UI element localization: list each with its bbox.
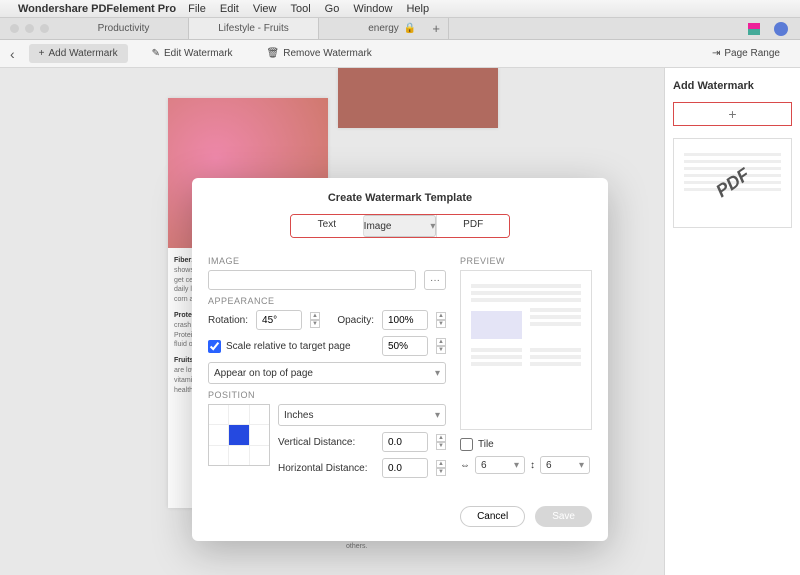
toolbar: ‹ + Add Watermark ✎ Edit Watermark 🗑Remove…: [0, 40, 800, 68]
zoom-icon[interactable]: [40, 24, 49, 33]
window-controls: [0, 24, 59, 33]
section-position: POSITION: [208, 390, 446, 400]
minimize-icon[interactable]: [25, 24, 34, 33]
close-icon[interactable]: [10, 24, 19, 33]
edit-watermark-button[interactable]: ✎ Edit Watermark: [142, 44, 243, 63]
section-image: IMAGE: [208, 256, 446, 266]
tile-label: Tile: [478, 439, 494, 450]
rotation-label: Rotation:: [208, 315, 248, 326]
tile-h-select[interactable]: 6: [475, 456, 525, 474]
tab-productivity[interactable]: Productivity: [59, 18, 189, 39]
watermark-preview: [460, 270, 592, 430]
avatar[interactable]: [774, 22, 788, 36]
app-name: Wondershare PDFelement Pro: [18, 3, 176, 15]
menu-window[interactable]: Window: [353, 3, 392, 15]
tab-pdf[interactable]: PDF: [436, 215, 509, 237]
workspace: Fiber: sugars and help with digestion a …: [0, 68, 800, 575]
tile-checkbox[interactable]: [460, 438, 473, 451]
vertical-distance-label: Vertical Distance:: [278, 437, 374, 448]
add-watermark-button[interactable]: + Add Watermark: [29, 44, 128, 63]
menu-view[interactable]: View: [253, 3, 277, 15]
tile-v-select[interactable]: 6: [540, 456, 590, 474]
scale-stepper[interactable]: ▲▼: [436, 338, 446, 354]
remove-watermark-button[interactable]: 🗑Remove Watermark: [257, 44, 382, 63]
tab-label: energy: [368, 23, 399, 34]
select-value: 6: [481, 460, 487, 471]
select-value: Appear on top of page: [214, 368, 313, 379]
save-button[interactable]: Save: [535, 506, 592, 527]
unit-select[interactable]: Inches: [278, 404, 446, 426]
button-label: Page Range: [724, 48, 780, 59]
modal-backdrop: Create Watermark Template Text Image PDF…: [0, 68, 664, 575]
menu-help[interactable]: Help: [406, 3, 429, 15]
button-label: Remove Watermark: [283, 48, 372, 59]
hdist-stepper[interactable]: ▲▼: [436, 460, 446, 476]
horizontal-distance-input[interactable]: [382, 458, 428, 478]
browse-button[interactable]: ···: [424, 270, 446, 290]
button-label: Edit Watermark: [164, 48, 233, 59]
pencil-icon: ✎: [152, 48, 160, 59]
vdist-stepper[interactable]: ▲▼: [436, 434, 446, 450]
menubar: Wondershare PDFelement Pro File Edit Vie…: [0, 0, 800, 18]
opacity-stepper[interactable]: ▲▼: [436, 312, 446, 328]
cancel-button[interactable]: Cancel: [460, 506, 525, 527]
watermark-template-dialog: Create Watermark Template Text Image PDF…: [192, 178, 608, 541]
new-tab-icon[interactable]: +: [432, 21, 440, 36]
select-value: 6: [546, 460, 552, 471]
horizontal-distance-label: Horizontal Distance:: [278, 463, 374, 474]
button-label: Add Watermark: [49, 48, 118, 59]
tab-label: Lifestyle - Fruits: [218, 23, 289, 34]
tab-text[interactable]: Text: [291, 215, 363, 237]
tile-v-icon: ↕: [530, 460, 535, 471]
trash-icon: 🗑: [267, 48, 280, 59]
layer-select[interactable]: Appear on top of page: [208, 362, 446, 384]
back-icon[interactable]: ‹: [10, 46, 15, 62]
watermark-thumbnail[interactable]: PDF: [673, 138, 792, 228]
tab-energy[interactable]: energy 🔒 +: [319, 18, 449, 39]
tab-label: Productivity: [98, 23, 150, 34]
vertical-distance-input[interactable]: [382, 432, 428, 452]
tab-image[interactable]: Image: [363, 215, 437, 237]
document-tabs: Productivity Lifestyle - Fruits energy 🔒…: [59, 18, 748, 39]
menu-go[interactable]: Go: [325, 3, 340, 15]
section-preview: PREVIEW: [460, 256, 592, 266]
rotation-stepper[interactable]: ▲▼: [310, 312, 320, 328]
scale-checkbox[interactable]: Scale relative to target page: [208, 340, 351, 353]
opacity-input[interactable]: [382, 310, 428, 330]
dialog-title: Create Watermark Template: [208, 192, 592, 204]
opacity-label: Opacity:: [337, 315, 374, 326]
menu-file[interactable]: File: [188, 3, 206, 15]
position-center[interactable]: [229, 425, 248, 444]
checkbox-label: Scale relative to target page: [226, 341, 351, 352]
tile-h-icon: ⇔: [460, 460, 470, 471]
menu-tool[interactable]: Tool: [290, 3, 310, 15]
watermark-panel: Add Watermark + PDF: [664, 68, 800, 575]
page-range-button[interactable]: ⇥ Page Range: [702, 44, 790, 63]
lock-icon: 🔒: [404, 23, 416, 34]
plus-icon: +: [39, 48, 45, 59]
select-value: Inches: [284, 410, 313, 421]
panel-title: Add Watermark: [673, 80, 792, 92]
window-tabbar: Productivity Lifestyle - Fruits energy 🔒…: [0, 18, 800, 40]
rotation-input[interactable]: [256, 310, 302, 330]
section-appearance: APPEARANCE: [208, 296, 446, 306]
range-icon: ⇥: [712, 48, 720, 59]
document-canvas[interactable]: Fiber: sugars and help with digestion a …: [0, 68, 664, 575]
watermark-type-tabs: Text Image PDF: [290, 214, 510, 238]
position-grid[interactable]: [208, 404, 270, 466]
apps-icon[interactable]: [748, 23, 760, 35]
add-watermark-template-button[interactable]: +: [673, 102, 792, 126]
scale-input[interactable]: [382, 336, 428, 356]
tab-lifestyle-fruits[interactable]: Lifestyle - Fruits: [189, 18, 319, 39]
image-path-input[interactable]: [208, 270, 416, 290]
menu-edit[interactable]: Edit: [220, 3, 239, 15]
